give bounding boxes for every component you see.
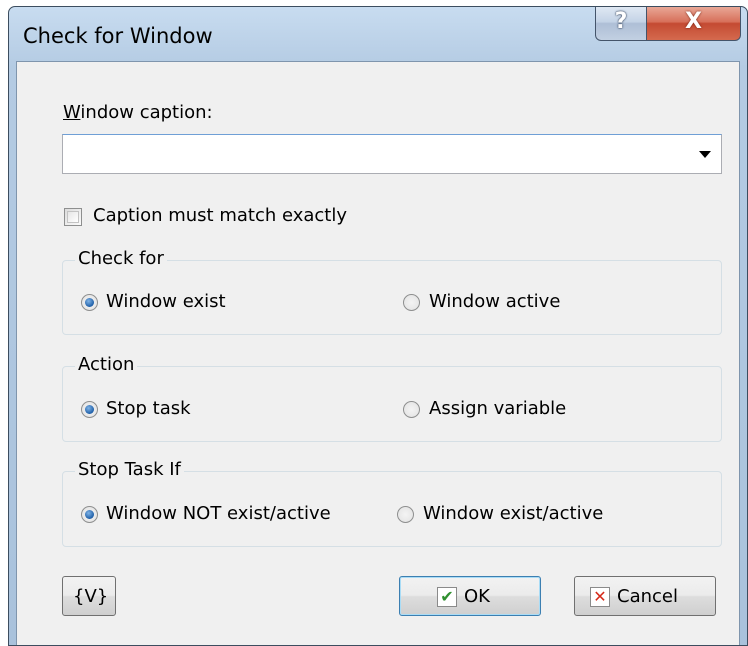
radio-window-exist[interactable] — [81, 294, 98, 311]
close-button[interactable]: X — [647, 7, 741, 41]
radio-window-exist-active[interactable] — [397, 506, 414, 523]
help-button[interactable]: ? — [595, 7, 647, 41]
check-for-group: Check for Window exist Window active — [62, 248, 722, 335]
radio-stop-task-label[interactable]: Stop task — [106, 398, 191, 419]
radio-window-not-exist-label[interactable]: Window NOT exist/active — [106, 503, 331, 524]
radio-window-not-exist[interactable] — [81, 506, 98, 523]
radio-assign-variable-label[interactable]: Assign variable — [429, 398, 566, 419]
ok-button-label: OK — [464, 586, 490, 607]
radio-window-active-label[interactable]: Window active — [429, 291, 560, 312]
dialog-client-area: Window caption: Caption must match exact… — [16, 61, 740, 645]
radio-stop-task[interactable] — [81, 401, 98, 418]
ok-button[interactable]: ✔ OK — [399, 576, 541, 616]
variables-button-label: {V} — [73, 586, 109, 607]
check-for-title: Check for — [75, 248, 167, 269]
dialog-window: Check for Window ? X Window caption: Cap… — [8, 6, 748, 646]
question-mark-icon: ? — [614, 9, 628, 34]
accelerator-key: W — [63, 102, 81, 123]
window-caption-combobox[interactable] — [62, 134, 722, 174]
window-caption-label: Window caption: — [63, 102, 213, 123]
close-icon: X — [685, 9, 702, 34]
checkmark-icon: ✔ — [437, 587, 457, 607]
title-bar[interactable]: Check for Window ? X — [9, 7, 747, 61]
window-caption-label-text: indow caption: — [80, 102, 213, 123]
radio-window-active[interactable] — [403, 294, 420, 311]
x-icon: ✕ — [590, 587, 610, 607]
variables-button[interactable]: {V} — [62, 576, 116, 616]
radio-window-exist-active-label[interactable]: Window exist/active — [423, 503, 603, 524]
action-group: Action Stop task Assign variable — [62, 354, 722, 442]
stop-task-if-group: Stop Task If Window NOT exist/active Win… — [62, 459, 722, 547]
cancel-button-label: Cancel — [617, 586, 678, 607]
caption-exact-label[interactable]: Caption must match exactly — [93, 205, 347, 226]
action-title: Action — [75, 354, 138, 375]
caption-exact-checkbox[interactable] — [64, 208, 82, 226]
radio-assign-variable[interactable] — [403, 401, 420, 418]
radio-window-exist-label[interactable]: Window exist — [106, 291, 226, 312]
chevron-down-icon[interactable] — [699, 151, 711, 158]
cancel-button[interactable]: ✕ Cancel — [574, 576, 716, 616]
caption-buttons: ? X — [595, 7, 741, 41]
stop-task-if-title: Stop Task If — [75, 459, 184, 480]
window-title: Check for Window — [23, 24, 213, 48]
